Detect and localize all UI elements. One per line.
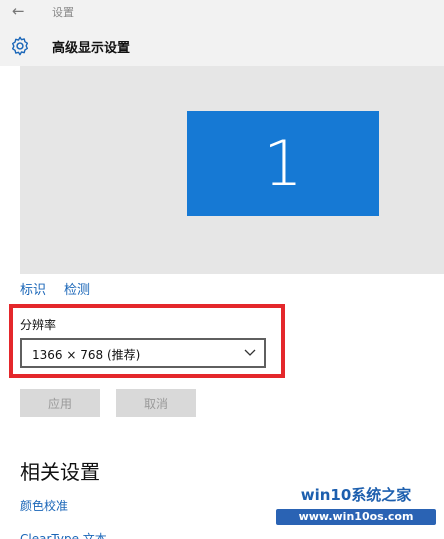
- display-preview: 1: [20, 66, 444, 274]
- apply-button[interactable]: 应用: [20, 389, 100, 417]
- cancel-button[interactable]: 取消: [116, 389, 196, 417]
- resolution-label: 分辨率: [20, 318, 57, 332]
- watermark: win10系统之家 www.win10os.com: [276, 478, 444, 539]
- detect-link[interactable]: 检测: [64, 279, 90, 298]
- cleartype-link[interactable]: ClearType 文本: [20, 530, 107, 539]
- chevron-down-icon: [244, 349, 256, 356]
- page-header: 高级显示设置: [0, 24, 444, 66]
- resolution-dropdown[interactable]: 1366 × 768 (推荐): [20, 338, 266, 368]
- related-settings-heading: 相关设置: [20, 460, 100, 484]
- watermark-title: win10系统之家: [300, 486, 412, 504]
- monitor-1-tile[interactable]: 1: [187, 111, 379, 216]
- page-title: 高级显示设置: [52, 41, 131, 56]
- identify-link[interactable]: 标识: [20, 279, 46, 298]
- back-arrow-icon[interactable]: ←: [12, 2, 25, 20]
- window-title: 设置: [52, 6, 74, 19]
- color-calibration-link[interactable]: 颜色校准: [20, 497, 68, 514]
- gear-icon: [11, 36, 29, 56]
- resolution-selected-value: 1366 × 768 (推荐): [32, 348, 141, 362]
- watermark-url: www.win10os.com: [276, 509, 436, 525]
- title-bar: ← 设置: [0, 0, 444, 24]
